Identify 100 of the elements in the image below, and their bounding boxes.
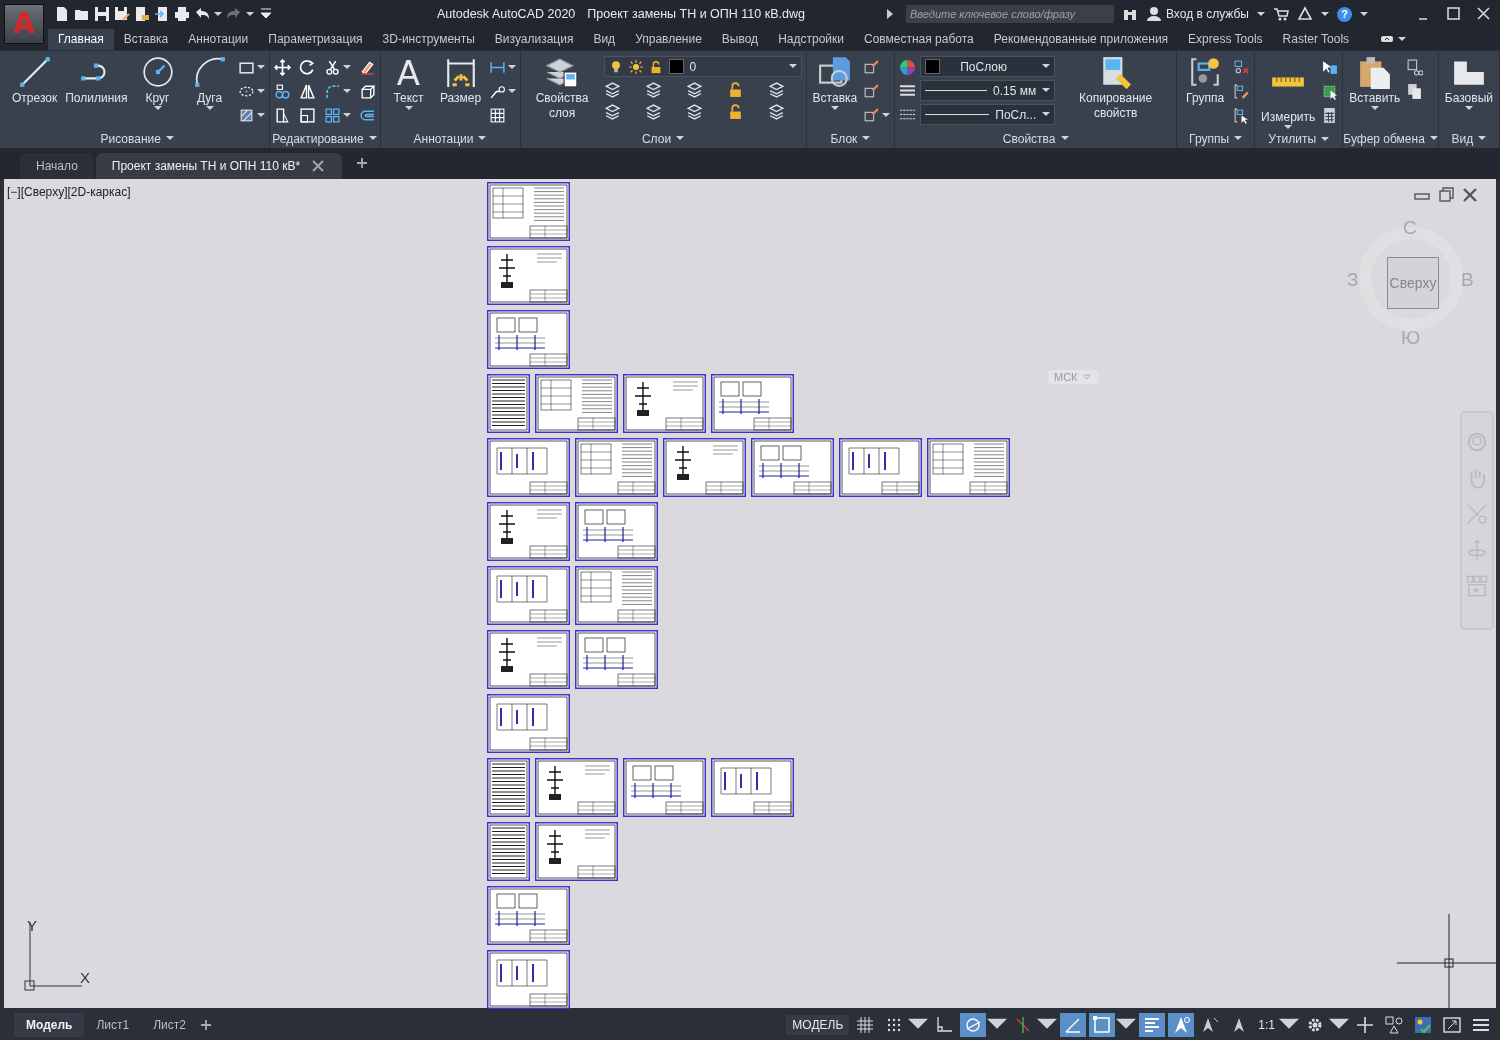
ribbon-tool-button[interactable]: A Текст — [384, 53, 433, 130]
ribbon-tab[interactable]: Параметризация — [258, 29, 373, 50]
color-wheel-icon[interactable] — [899, 58, 917, 76]
scissors-icon[interactable] — [323, 58, 341, 76]
move-icon[interactable] — [273, 58, 291, 76]
layer-dropdown[interactable]: 0 — [603, 56, 802, 77]
block-create-icon[interactable] — [863, 58, 881, 76]
stretch-icon[interactable] — [273, 106, 291, 124]
caret-icon[interactable] — [1370, 106, 1379, 111]
table-icon[interactable] — [488, 106, 506, 124]
caret-icon[interactable] — [1360, 11, 1368, 17]
web-file-icon[interactable] — [134, 6, 150, 22]
caret-icon[interactable] — [153, 106, 162, 111]
scale-button[interactable]: 1:1 — [1255, 1012, 1278, 1037]
group-select-icon[interactable] — [1233, 106, 1251, 124]
eraser-icon[interactable] — [358, 58, 376, 76]
cart-icon[interactable] — [1273, 6, 1289, 22]
panel-title[interactable]: Слои — [520, 129, 806, 148]
ribbon-tab[interactable]: Вывод — [711, 29, 769, 50]
caret-icon[interactable] — [205, 106, 214, 111]
triangle-icon[interactable] — [1297, 6, 1313, 22]
caret-icon[interactable] — [1042, 112, 1051, 117]
ribbon-tool-button[interactable]: Свойства слоя — [524, 53, 600, 130]
lineweight-dropdown[interactable]: 0.15 мм — [920, 80, 1056, 101]
layer-icon[interactable] — [686, 102, 703, 120]
copy-icon[interactable] — [273, 82, 291, 100]
color-dropdown[interactable]: ПоСлою — [920, 56, 1056, 77]
group-edit-icon[interactable] — [1233, 82, 1251, 100]
layout-tab[interactable]: Лист1 — [84, 1012, 142, 1037]
caret-icon[interactable] — [256, 64, 265, 70]
status-toggle-button[interactable] — [960, 1012, 987, 1037]
caret-icon[interactable] — [507, 64, 516, 70]
caret-icon[interactable] — [256, 88, 265, 94]
ribbon-tab[interactable]: Аннотации — [178, 29, 259, 50]
caret-icon[interactable] — [404, 106, 413, 111]
caret-icon[interactable] — [246, 11, 254, 17]
attribute-edit-icon[interactable] — [863, 106, 881, 124]
layer-icon[interactable] — [644, 102, 662, 120]
ribbon-tool-button[interactable]: Полилиния — [63, 53, 130, 130]
layer-icon[interactable] — [686, 80, 703, 98]
caret-icon[interactable] — [342, 88, 351, 94]
status-toggle-button[interactable] — [1168, 1012, 1195, 1037]
layer-icon[interactable] — [603, 102, 621, 120]
save-as-icon[interactable] — [114, 6, 130, 22]
ribbon-tab[interactable]: Рекомендованные приложения — [983, 29, 1179, 50]
caret-icon[interactable] — [1284, 125, 1293, 130]
ribbon-tool-button[interactable]: Группа — [1181, 53, 1230, 130]
caret-icon[interactable] — [1398, 36, 1407, 42]
ribbon-tool-button[interactable]: Дуга — [185, 53, 234, 130]
layer-icon[interactable] — [768, 80, 786, 98]
caret-icon[interactable] — [1257, 11, 1265, 17]
ribbon-tab[interactable]: 3D-инструменты — [372, 29, 485, 50]
cube-icon[interactable] — [358, 82, 376, 100]
ribbon-tool-button[interactable]: Круг — [133, 53, 182, 130]
quick-select-icon[interactable] — [1321, 58, 1339, 76]
panel-title[interactable]: Аннотации — [380, 129, 520, 148]
panel-title[interactable]: Рисование — [6, 129, 269, 148]
panel-title[interactable]: Утилиты — [1255, 130, 1343, 148]
caret-icon[interactable] — [1429, 136, 1438, 142]
caret-icon[interactable] — [1464, 106, 1473, 111]
ribbon-tab[interactable]: Управление — [625, 29, 712, 50]
caret-icon[interactable] — [788, 64, 797, 69]
caret-icon[interactable] — [1060, 136, 1069, 142]
mirror-icon[interactable] — [298, 82, 316, 100]
cut-icon[interactable] — [1406, 58, 1424, 76]
caret-icon[interactable] — [342, 64, 351, 70]
viewport-controls[interactable]: [−][Сверху][2D-каркас] — [7, 185, 131, 199]
block-edit-icon[interactable] — [863, 82, 881, 100]
array-icon[interactable] — [323, 106, 341, 124]
layer-icon[interactable] — [768, 102, 786, 120]
copy-icon[interactable] — [1406, 82, 1424, 100]
caret-icon[interactable] — [862, 136, 871, 142]
ribbon-tool-button[interactable]: Базовый — [1442, 53, 1495, 130]
ribbon-tool-button[interactable]: Измерить — [1259, 53, 1318, 130]
ribbon-tab[interactable]: Совместная работа — [853, 29, 984, 50]
ribbon-tool-button[interactable]: Копирование свойств — [1059, 53, 1173, 130]
panel-title[interactable]: Группы — [1177, 129, 1255, 148]
close-icon[interactable] — [1462, 187, 1478, 203]
ribbon-tab[interactable]: Главная — [48, 29, 114, 50]
ribbon-tool-button[interactable]: Размер — [436, 53, 485, 130]
caret-icon[interactable] — [214, 11, 222, 17]
ribbon-tool-button[interactable]: Вставка — [810, 53, 860, 130]
caret-icon[interactable] — [1321, 11, 1329, 17]
panel-title[interactable]: Буфер обмена — [1343, 129, 1438, 148]
share-icon[interactable] — [154, 6, 170, 22]
document-tab[interactable]: Начало — [20, 153, 94, 179]
layer-icon[interactable] — [644, 80, 662, 98]
status-toggle-button[interactable] — [1060, 1012, 1087, 1037]
close-icon[interactable] — [1476, 6, 1492, 22]
panel-title[interactable]: Вид — [1438, 129, 1499, 148]
caret-icon[interactable] — [256, 112, 265, 118]
ribbon-tab[interactable]: Raster Tools — [1272, 29, 1360, 50]
linetype-dropdown[interactable]: ПоСл... — [920, 104, 1056, 125]
caret-icon[interactable] — [676, 136, 685, 142]
caret-icon[interactable] — [368, 136, 377, 142]
close-icon[interactable] — [310, 158, 327, 174]
layout-tab[interactable]: Лист2 — [141, 1012, 198, 1037]
layer-icon[interactable] — [603, 80, 621, 98]
caret-icon[interactable] — [830, 106, 839, 111]
scale-icon[interactable] — [298, 106, 316, 124]
